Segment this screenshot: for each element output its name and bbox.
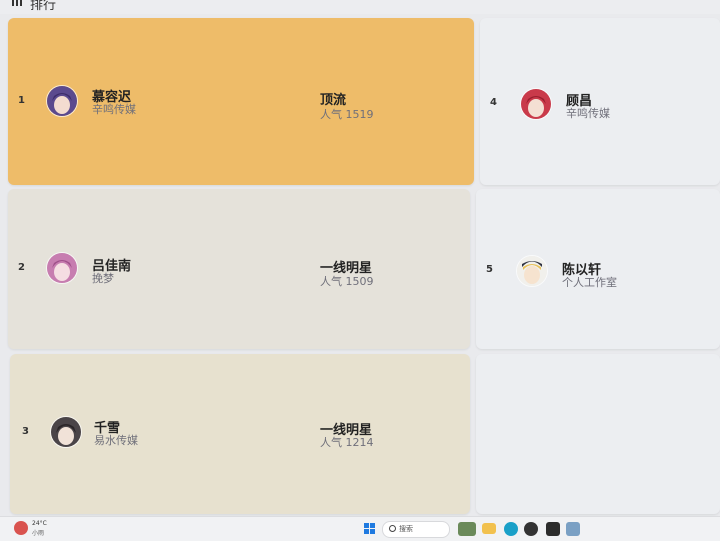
rank-number: 2 <box>18 262 25 273</box>
weather-condition: 小雨 <box>32 530 45 537</box>
popularity-text: 人气 1214 <box>320 436 374 449</box>
folder-icon[interactable] <box>482 523 496 534</box>
agency-text: 挽梦 <box>92 272 114 285</box>
ranking-card-3[interactable]: 3 千雪 易水传媒 一线明星 人气 1214 <box>10 354 470 514</box>
ranking-card-2[interactable]: 2 吕佳南 挽梦 一线明星 人气 1509 <box>8 189 470 349</box>
popularity-text: 人气 1519 <box>320 108 374 121</box>
rank-number: 1 <box>18 95 25 106</box>
rank-number: 3 <box>22 426 29 437</box>
windows-start-icon[interactable] <box>364 523 376 535</box>
agency-text: 辛鸣传媒 <box>92 103 136 116</box>
popularity-text: 人气 1509 <box>320 275 374 288</box>
ranking-card-1[interactable]: 1 慕容迟 辛鸣传媒 顶流 人气 1519 <box>8 18 474 185</box>
menu-icon[interactable] <box>12 0 22 6</box>
avatar <box>46 85 78 117</box>
page-title: 排行 <box>30 0 57 13</box>
top-bar: 排行 <box>0 0 720 14</box>
empty-card <box>476 354 720 514</box>
app-thumbnails-icon[interactable] <box>458 522 476 536</box>
game-app-icon[interactable] <box>566 522 580 536</box>
taskbar-search[interactable]: 搜索 <box>382 521 450 538</box>
avatar <box>46 252 78 284</box>
avatar <box>520 88 552 120</box>
penguin-app-icon[interactable] <box>546 522 560 536</box>
ranking-card-5[interactable]: 5 陈以轩 个人工作室 <box>476 189 720 349</box>
avatar <box>516 255 548 287</box>
avatar <box>50 416 82 448</box>
weather-icon[interactable] <box>14 521 28 535</box>
agency-text: 个人工作室 <box>562 276 617 289</box>
ranking-card-4[interactable]: 4 顾昌 辛鸣传媒 <box>480 18 720 185</box>
agency-text: 辛鸣传媒 <box>566 107 610 120</box>
search-label: 搜索 <box>399 525 413 533</box>
weather-temperature: 24°C <box>32 520 47 527</box>
rank-number: 5 <box>486 264 493 275</box>
agency-text: 易水传媒 <box>94 434 138 447</box>
rank-number: 4 <box>490 97 497 108</box>
taskbar: 24°C 小雨 搜索 <box>0 516 720 541</box>
search-icon <box>389 525 396 532</box>
edge-browser-icon[interactable] <box>504 522 518 536</box>
chat-app-icon[interactable] <box>524 522 538 536</box>
